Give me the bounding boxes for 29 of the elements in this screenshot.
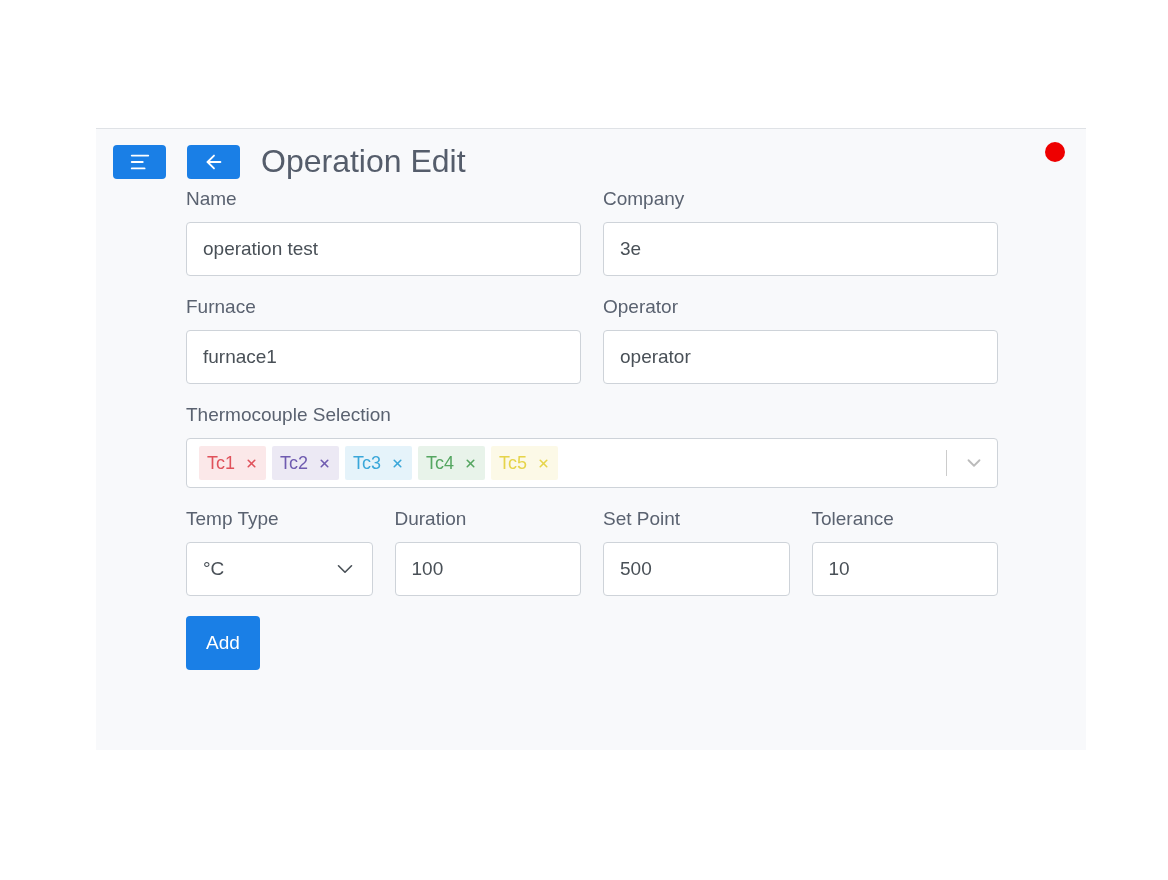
field-label: Furnace bbox=[186, 296, 257, 319]
tag: Tc4 bbox=[418, 446, 486, 480]
back-button[interactable] bbox=[187, 144, 240, 179]
input-field[interactable]: furnace1 bbox=[186, 330, 581, 384]
tag: Tc3 bbox=[345, 446, 413, 480]
field-label: Company bbox=[603, 188, 686, 211]
menu-button[interactable] bbox=[113, 144, 166, 179]
input-field[interactable]: operation test bbox=[186, 222, 581, 276]
field-label: Temp Type bbox=[186, 508, 280, 531]
remove-icon[interactable] bbox=[245, 456, 258, 470]
field-label: Set Point bbox=[603, 508, 682, 531]
tag: Tc5 bbox=[491, 446, 559, 480]
input-field[interactable]: 3e bbox=[603, 222, 998, 276]
field-label: Operator bbox=[603, 296, 679, 319]
input-field[interactable]: operator bbox=[603, 330, 998, 384]
field-label: Thermocouple Selection bbox=[186, 404, 392, 427]
field-label: Duration bbox=[394, 508, 468, 531]
multi-select-field[interactable]: Tc1 Tc2 Tc3 Tc4 Tc5 bbox=[186, 438, 998, 488]
tag: Tc2 bbox=[272, 446, 340, 480]
status-dot bbox=[1045, 142, 1065, 162]
field-label: Name bbox=[186, 188, 238, 211]
select-field[interactable]: °C bbox=[186, 542, 373, 596]
add-button[interactable]: Add bbox=[186, 616, 260, 670]
input-field[interactable]: 10 bbox=[811, 542, 998, 596]
page-title: Operation Edit bbox=[261, 143, 466, 180]
field-label: Tolerance bbox=[811, 508, 895, 531]
input-field[interactable]: 100 bbox=[394, 542, 581, 596]
input-field[interactable]: 500 bbox=[603, 542, 790, 596]
tag: Tc1 bbox=[199, 446, 266, 480]
